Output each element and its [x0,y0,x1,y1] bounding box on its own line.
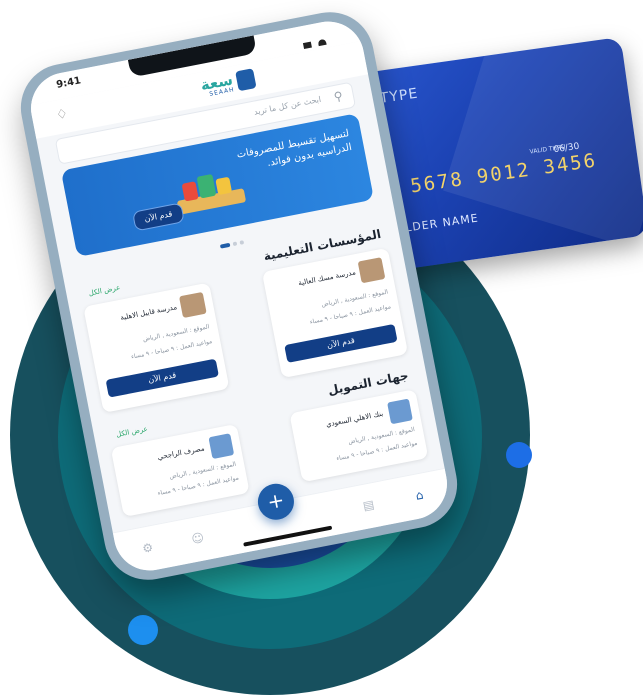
banner-apply-button[interactable]: قدم الآن [131,202,185,232]
funder-card[interactable]: مصرف الراجحي الموقع : السعودية , الرياض … [110,423,250,517]
institution-name: مدرسة قابيل الاهلية [119,303,178,322]
institution-name: مدرسة مسك العالية [297,268,357,288]
signal-icon [302,41,312,50]
status-time: 9:41 [55,75,82,91]
institution-card[interactable]: مدرسة قابيل الاهلية الموقع : السعودية , … [83,282,230,413]
institution-image [178,291,207,319]
decor-dot [128,615,158,645]
funders-view-all-link[interactable]: عرض الكل [115,425,148,439]
funder-name: بنك الاهلي السعودي [325,409,384,429]
document-icon[interactable]: ▤ [362,497,376,513]
users-icon[interactable]: ☺ [190,530,205,546]
funder-name: مصرف الراجحي [156,444,206,462]
funder-image [208,433,235,460]
book-shape [181,181,199,202]
funder-image [387,398,413,425]
book-shape [215,176,233,196]
institutions-view-all-link[interactable]: عرض الكل [88,284,121,298]
home-indicator [243,525,333,547]
carousel-indicator [218,229,248,253]
funder-card[interactable]: بنك الاهلي السعودي الموقع : السعودية , ا… [289,389,429,483]
institution-image [357,257,386,284]
search-placeholder: ابحث عن كل ما تريد [253,94,322,117]
status-icons [299,28,334,68]
apply-button[interactable]: قدم الآن [105,358,219,398]
carousel-dot-active[interactable] [219,242,231,249]
decor-dot [506,442,532,468]
gear-icon[interactable]: ⚙ [141,540,154,556]
home-icon[interactable]: ⌂ [414,488,424,503]
bell-icon[interactable]: ♢ [55,106,69,123]
logo-mark-icon [235,68,257,92]
institution-card[interactable]: مدرسة مسك العالية الموقع : السعودية , ال… [261,247,409,379]
book-shape [196,173,217,199]
apply-button[interactable]: قدم الآن [284,323,398,363]
wifi-icon [317,38,327,47]
search-icon: ⚲ [332,88,344,105]
carousel-dot[interactable] [239,240,245,245]
carousel-dot[interactable] [232,241,238,247]
